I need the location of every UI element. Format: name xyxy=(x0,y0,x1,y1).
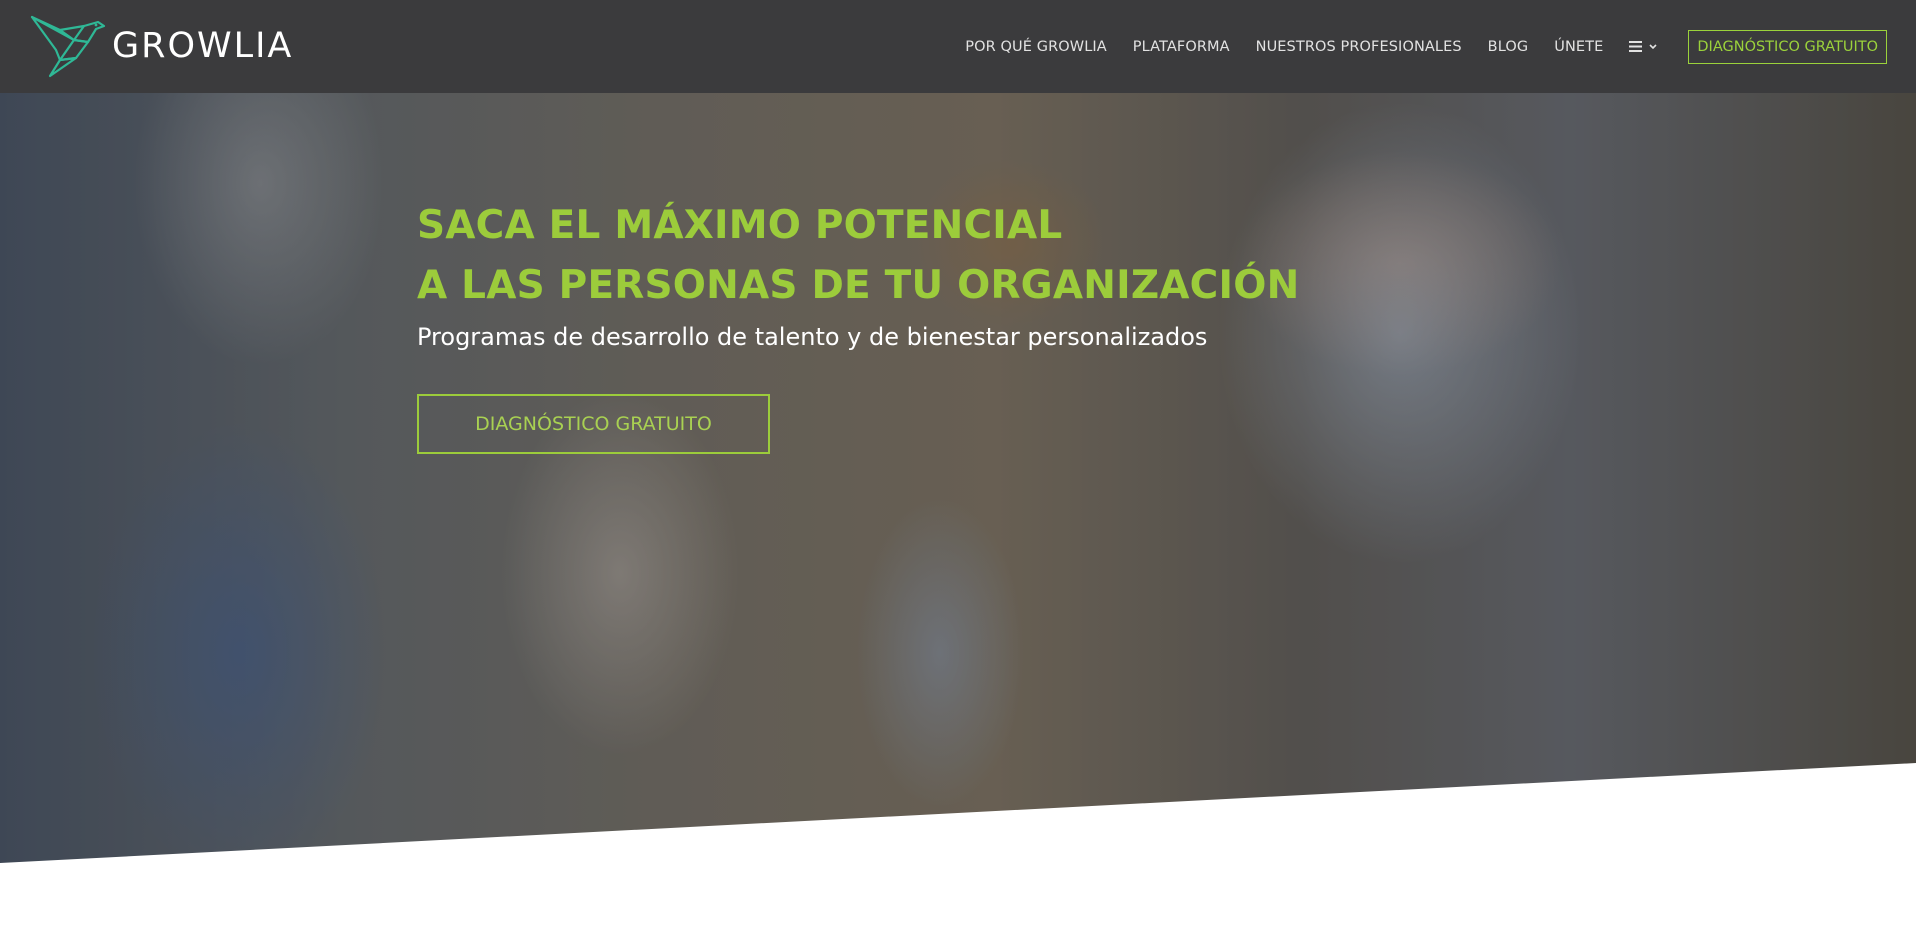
hero-content: SACA EL MÁXIMO POTENCIAL A LAS PERSONAS … xyxy=(417,196,1417,454)
hero-subtitle: Programas de desarrollo de talento y de … xyxy=(417,323,1208,351)
hero-section: SACA EL MÁXIMO POTENCIAL A LAS PERSONAS … xyxy=(0,93,1916,863)
nav-item-unete[interactable]: ÚNETE xyxy=(1554,39,1603,55)
chevron-down-icon xyxy=(1649,44,1657,50)
hero-title-line-1: SACA EL MÁXIMO POTENCIAL xyxy=(417,203,1063,248)
hamburger-icon xyxy=(1629,41,1643,52)
nav-item-por-que-growlia[interactable]: POR QUÉ GROWLIA xyxy=(965,39,1106,55)
hero-free-diagnosis-button[interactable]: DIAGNÓSTICO GRATUITO xyxy=(417,394,770,454)
page: GROWLIA POR QUÉ GROWLIA PLATAFORMA NUEST… xyxy=(0,0,1916,938)
nav-item-nuestros-profesionales[interactable]: NUESTROS PROFESIONALES xyxy=(1256,39,1462,55)
hero-title: SACA EL MÁXIMO POTENCIAL A LAS PERSONAS … xyxy=(417,196,1417,316)
hero-title-line-2: A LAS PERSONAS DE TU ORGANIZACIÓN xyxy=(417,263,1300,308)
nav-more-menu-button[interactable] xyxy=(1629,40,1660,53)
nav-item-blog[interactable]: BLOG xyxy=(1488,39,1529,55)
main-nav: POR QUÉ GROWLIA PLATAFORMA NUESTROS PROF… xyxy=(965,0,1916,93)
site-header: GROWLIA POR QUÉ GROWLIA PLATAFORMA NUEST… xyxy=(0,0,1916,93)
hummingbird-logo-icon xyxy=(30,15,106,78)
header-free-diagnosis-button[interactable]: DIAGNÓSTICO GRATUITO xyxy=(1688,29,1887,64)
nav-item-plataforma[interactable]: PLATAFORMA xyxy=(1133,39,1230,55)
logo-link[interactable]: GROWLIA xyxy=(30,14,293,78)
logo-wordmark: GROWLIA xyxy=(112,25,294,66)
